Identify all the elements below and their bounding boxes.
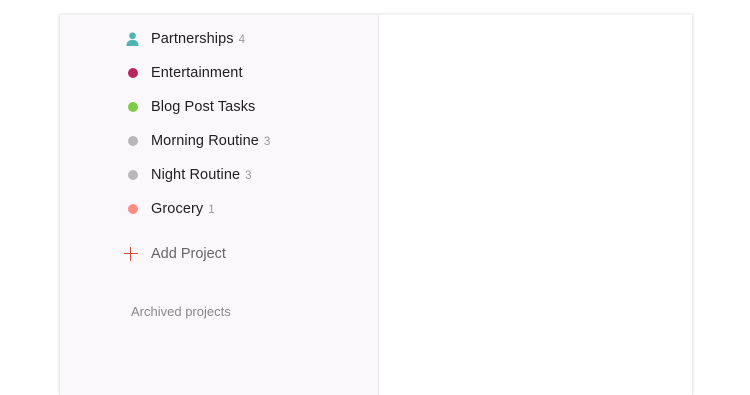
- project-count: 3: [245, 170, 252, 182]
- project-item-night-routine[interactable]: Night Routine 3: [60, 158, 378, 192]
- archived-projects-link[interactable]: Archived projects: [131, 304, 231, 319]
- main-content: [379, 15, 692, 395]
- project-name: Blog Post Tasks: [151, 99, 256, 115]
- add-project-label: Add Project: [151, 246, 226, 262]
- project-color-dot-icon: [127, 170, 138, 180]
- project-name: Grocery: [151, 201, 204, 217]
- project-color-dot-icon: [127, 102, 138, 112]
- project-count: 4: [238, 34, 246, 46]
- add-project-button[interactable]: Add Project: [124, 243, 226, 265]
- project-count: 3: [263, 136, 271, 148]
- project-name: Night Routine: [151, 167, 241, 183]
- project-name: Entertainment: [151, 65, 243, 81]
- project-item-blog-post-tasks[interactable]: Blog Post Tasks: [60, 90, 378, 124]
- app-window: Partnerships 4 Entertainment Blog Post T…: [59, 14, 693, 395]
- project-color-dot-icon: [127, 68, 138, 78]
- project-list: Partnerships 4 Entertainment Blog Post T…: [60, 22, 378, 226]
- sidebar: Partnerships 4 Entertainment Blog Post T…: [60, 15, 379, 395]
- project-name: Morning Routine: [151, 133, 259, 149]
- project-color-dot-icon: [127, 136, 138, 146]
- project-item-grocery[interactable]: Grocery 1: [60, 192, 378, 226]
- project-name: Partnerships: [151, 31, 234, 47]
- person-icon: [126, 31, 139, 47]
- plus-icon: [124, 247, 138, 261]
- project-item-morning-routine[interactable]: Morning Routine 3: [60, 124, 378, 158]
- project-item-entertainment[interactable]: Entertainment: [60, 56, 378, 90]
- project-color-dot-icon: [127, 204, 138, 214]
- project-item-partnerships[interactable]: Partnerships 4: [60, 22, 378, 56]
- project-count: 1: [208, 204, 215, 216]
